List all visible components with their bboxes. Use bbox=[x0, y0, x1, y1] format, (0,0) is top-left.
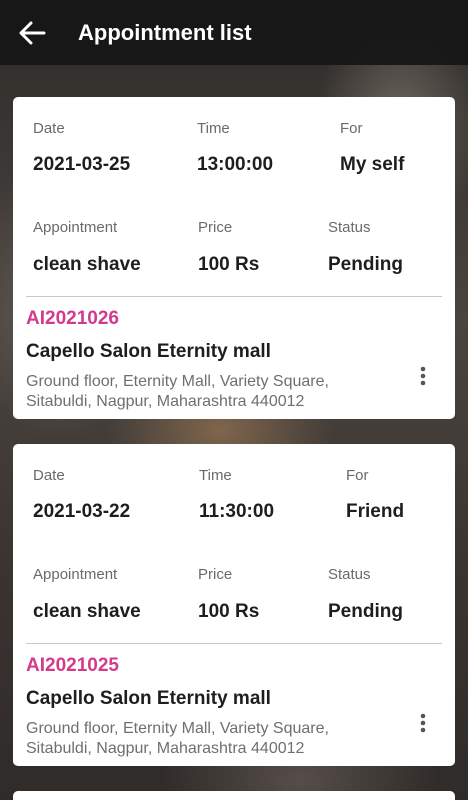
page-title: Appointment list bbox=[78, 19, 252, 45]
address-line-2: Sitabuldi, Nagpur, Maharashtra 440012 bbox=[26, 740, 305, 757]
time-value: 11:30:00 bbox=[199, 501, 275, 522]
salon-address: Ground floor, Eternity Mall, Variety Squ… bbox=[26, 372, 366, 412]
appointment-value: clean shave bbox=[33, 601, 141, 622]
price-value: 100 Rs bbox=[198, 601, 260, 622]
date-label: Date bbox=[33, 467, 65, 484]
divider bbox=[26, 643, 442, 644]
more-vertical-icon bbox=[420, 713, 426, 733]
salon-name: Capello Salon Eternity mall bbox=[26, 341, 271, 362]
for-label: For bbox=[346, 467, 369, 484]
time-label: Time bbox=[197, 120, 230, 137]
more-vertical-icon bbox=[420, 366, 426, 386]
more-options-button[interactable] bbox=[413, 710, 433, 736]
date-label: Date bbox=[33, 120, 65, 137]
for-value: My self bbox=[340, 154, 405, 175]
for-value: Friend bbox=[346, 501, 405, 522]
time-value: 13:00:00 bbox=[197, 154, 274, 175]
app-bar: Appointment list bbox=[0, 0, 468, 65]
appointment-label: Appointment bbox=[33, 219, 118, 236]
price-label: Price bbox=[198, 566, 233, 583]
price-value: 100 Rs bbox=[198, 254, 260, 275]
back-button[interactable] bbox=[0, 0, 64, 65]
price-label: Price bbox=[198, 219, 233, 236]
salon-address: Ground floor, Eternity Mall, Variety Squ… bbox=[26, 719, 366, 759]
date-value: 2021-03-22 bbox=[33, 501, 131, 522]
address-line-2: Sitabuldi, Nagpur, Maharashtra 440012 bbox=[26, 393, 305, 410]
address-line-1: Ground floor, Eternity Mall, Variety Squ… bbox=[26, 720, 329, 737]
address-line-1: Ground floor, Eternity Mall, Variety Squ… bbox=[26, 373, 329, 390]
appointment-id: AI2021026 bbox=[26, 308, 119, 329]
appointment-card[interactable]: Date 2021-03-25 Time 13:00:00 For My sel… bbox=[13, 97, 455, 419]
date-value: 2021-03-25 bbox=[33, 154, 131, 175]
more-options-button[interactable] bbox=[413, 363, 433, 389]
appointment-id: AI2021025 bbox=[26, 655, 119, 676]
appointment-card[interactable] bbox=[13, 791, 455, 800]
salon-name: Capello Salon Eternity mall bbox=[26, 688, 271, 709]
time-label: Time bbox=[199, 467, 232, 484]
divider bbox=[26, 296, 442, 297]
status-label: Status bbox=[328, 219, 371, 236]
arrow-left-icon bbox=[19, 21, 46, 44]
appointment-value: clean shave bbox=[33, 254, 141, 275]
status-value: Pending bbox=[328, 601, 403, 622]
status-label: Status bbox=[328, 566, 371, 583]
for-label: For bbox=[340, 120, 363, 137]
appointment-label: Appointment bbox=[33, 566, 118, 583]
appointment-card[interactable]: Date 2021-03-22 Time 11:30:00 For Friend… bbox=[13, 444, 455, 766]
status-value: Pending bbox=[328, 254, 403, 275]
